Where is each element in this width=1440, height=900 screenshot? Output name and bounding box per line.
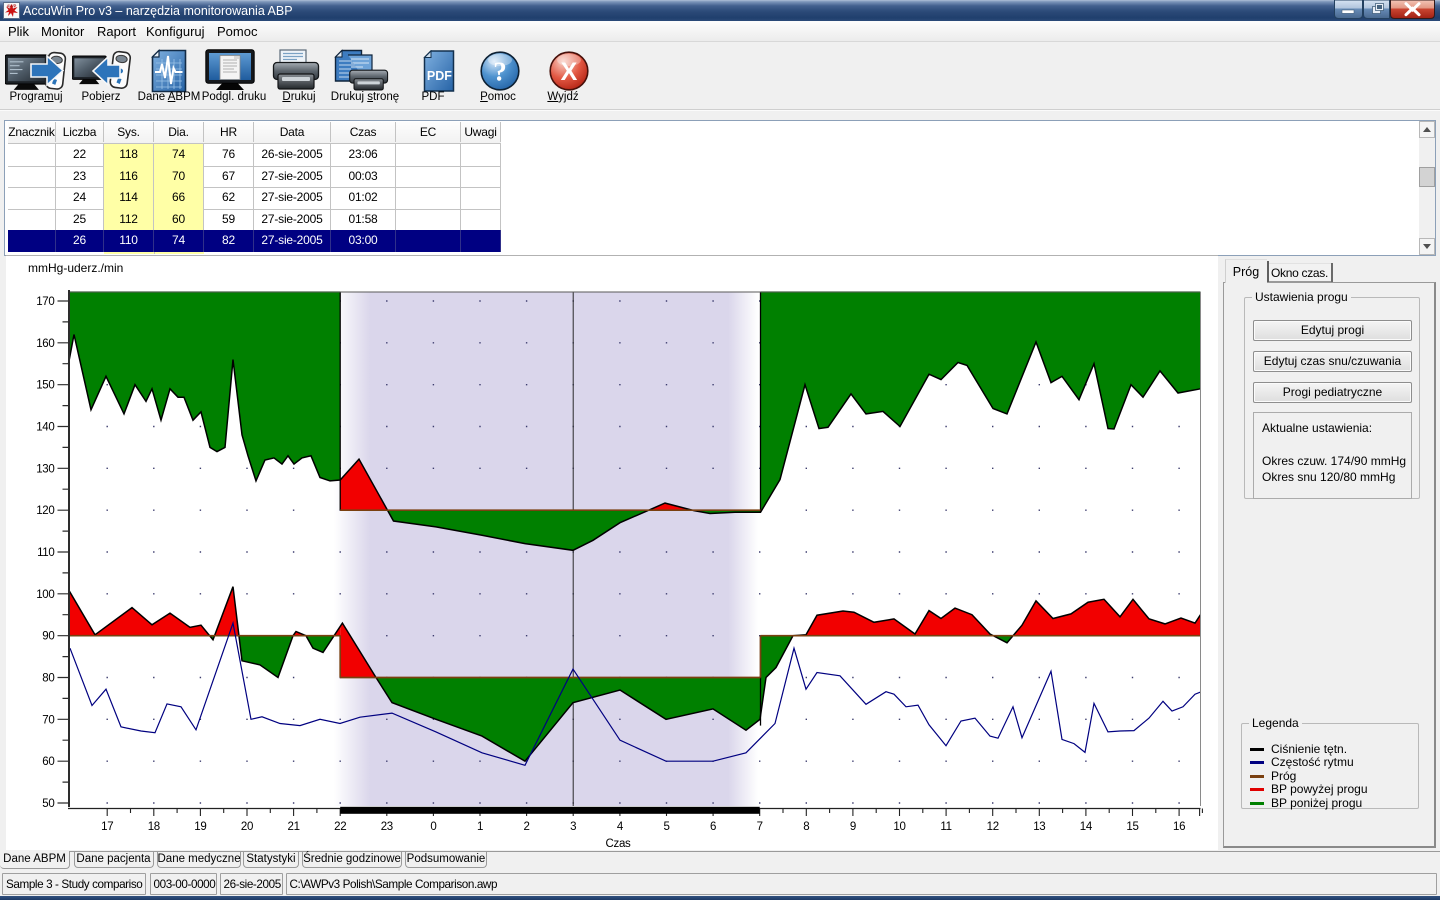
svg-text:20: 20: [241, 821, 253, 833]
svg-text:21: 21: [287, 821, 299, 833]
svg-text:19: 19: [194, 821, 206, 833]
svg-text:1: 1: [477, 821, 483, 833]
svg-text:14: 14: [1080, 821, 1093, 833]
svg-text:23: 23: [381, 821, 393, 833]
svg-text:18: 18: [148, 821, 160, 833]
svg-text:X: X: [561, 58, 578, 86]
svg-text:15: 15: [1126, 821, 1138, 833]
svg-text:2: 2: [524, 821, 530, 833]
svg-text:11: 11: [940, 821, 951, 833]
svg-text:130: 130: [36, 463, 54, 475]
svg-text:50: 50: [42, 798, 54, 810]
svg-text:90: 90: [42, 631, 54, 643]
svg-text:?: ?: [493, 57, 507, 87]
svg-text:3: 3: [570, 821, 576, 833]
svg-text:AWP: AWP: [7, 4, 17, 9]
svg-text:160: 160: [36, 338, 54, 350]
svg-text:16: 16: [1173, 821, 1185, 833]
svg-text:PDF: PDF: [427, 69, 452, 83]
svg-text:Czas: Czas: [605, 838, 631, 849]
svg-text:10: 10: [893, 821, 905, 833]
svg-text:150: 150: [36, 380, 54, 392]
svg-text:9: 9: [850, 821, 856, 833]
svg-text:100: 100: [36, 589, 54, 601]
svg-text:6: 6: [710, 821, 716, 833]
svg-text:22: 22: [334, 821, 346, 833]
svg-text:12: 12: [987, 821, 999, 833]
svg-text:170: 170: [36, 296, 54, 308]
svg-text:140: 140: [36, 422, 54, 434]
svg-text:70: 70: [42, 714, 54, 726]
svg-text:17: 17: [101, 821, 113, 833]
svg-text:8: 8: [803, 821, 809, 833]
svg-text:13: 13: [1033, 821, 1045, 833]
svg-text:mmHg-uderz./min: mmHg-uderz./min: [28, 261, 123, 275]
svg-text:120: 120: [36, 505, 54, 517]
svg-text:4: 4: [617, 821, 624, 833]
svg-text:80: 80: [42, 673, 54, 685]
svg-text:110: 110: [37, 547, 54, 559]
svg-text:60: 60: [42, 756, 54, 768]
svg-text:5: 5: [663, 821, 669, 833]
svg-text:0: 0: [430, 821, 436, 833]
svg-text:7: 7: [757, 821, 763, 833]
